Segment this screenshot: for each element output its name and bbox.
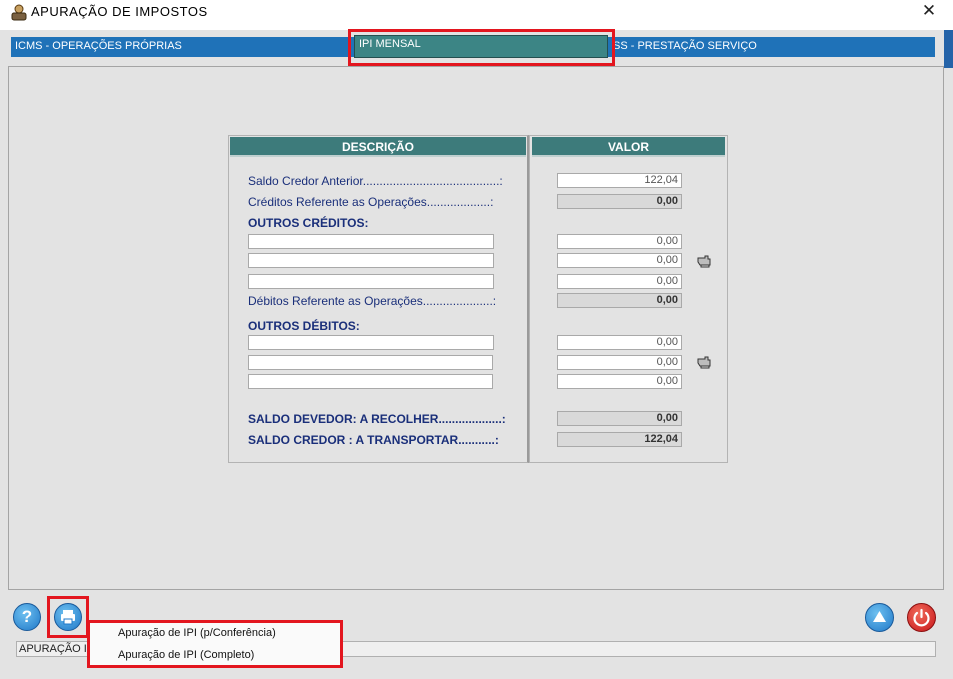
close-button[interactable]: ✕: [918, 0, 940, 24]
pointing-hand-icon[interactable]: [696, 254, 712, 268]
outros-creditos-desc-1[interactable]: [248, 234, 494, 249]
outros-creditos-value-2[interactable]: 0,00: [557, 253, 682, 268]
saldo-credor-field: 122,04: [557, 432, 682, 447]
debitos-field: 0,00: [557, 293, 682, 308]
menu-item-ipi-completo[interactable]: Apuração de IPI (Completo): [118, 649, 254, 661]
tab-iss[interactable]: SS - PRESTAÇÃO SERVIÇO: [613, 40, 757, 52]
outros-creditos-label: OUTROS CRÉDITOS:: [248, 216, 369, 230]
print-options-menu: Apuração de IPI (p/Conferência) Apuração…: [87, 620, 343, 668]
outros-debitos-value-1[interactable]: 0,00: [557, 335, 682, 350]
saldo-devedor-field: 0,00: [557, 411, 682, 426]
outros-debitos-desc-1[interactable]: [248, 335, 494, 350]
creditos-label: Créditos Referente as Operações.........…: [248, 195, 494, 209]
menu-item-ipi-conferencia[interactable]: Apuração de IPI (p/Conferência): [118, 627, 276, 639]
pointing-hand-icon[interactable]: [696, 355, 712, 369]
outros-creditos-desc-3[interactable]: [248, 274, 494, 289]
outros-debitos-value-2[interactable]: 0,00: [557, 355, 682, 370]
triangle-up-icon: [873, 611, 886, 622]
creditos-field: 0,00: [557, 194, 682, 209]
highlight-box-print: [47, 596, 89, 638]
outros-debitos-desc-3[interactable]: [248, 374, 493, 389]
exit-button[interactable]: [907, 603, 936, 632]
saldo-credor-anterior-field[interactable]: 122,04: [557, 173, 682, 188]
saldo-devedor-label: SALDO DEVEDOR: A RECOLHER...............…: [248, 412, 506, 426]
background-band: [944, 30, 953, 68]
outros-creditos-value-3[interactable]: 0,00: [557, 274, 682, 289]
outros-debitos-value-3[interactable]: 0,00: [557, 374, 682, 389]
help-button[interactable]: ?: [13, 603, 41, 631]
help-icon: ?: [21, 607, 33, 626]
outros-debitos-desc-2[interactable]: [248, 355, 493, 370]
power-icon: [913, 608, 930, 627]
saldo-credor-anterior-label: Saldo Credor Anterior...................…: [248, 174, 503, 188]
outros-creditos-value-1[interactable]: 0,00: [557, 234, 682, 249]
outros-creditos-desc-2[interactable]: [248, 253, 494, 268]
scroll-up-button[interactable]: [865, 603, 894, 632]
header-descricao: DESCRIÇÃO: [230, 137, 526, 157]
highlight-box-tab: [348, 29, 615, 66]
tab-icms[interactable]: ICMS - OPERAÇÕES PRÓPRIAS: [15, 40, 182, 52]
saldo-credor-label: SALDO CREDOR : A TRANSPORTAR...........:: [248, 433, 499, 447]
window-title: APURAÇÃO DE IMPOSTOS: [31, 4, 208, 19]
debitos-label: Débitos Referente as Operações..........…: [248, 294, 497, 308]
app-icon: [10, 3, 28, 21]
header-valor: VALOR: [532, 137, 725, 157]
outros-debitos-label: OUTROS DÉBITOS:: [248, 319, 360, 333]
